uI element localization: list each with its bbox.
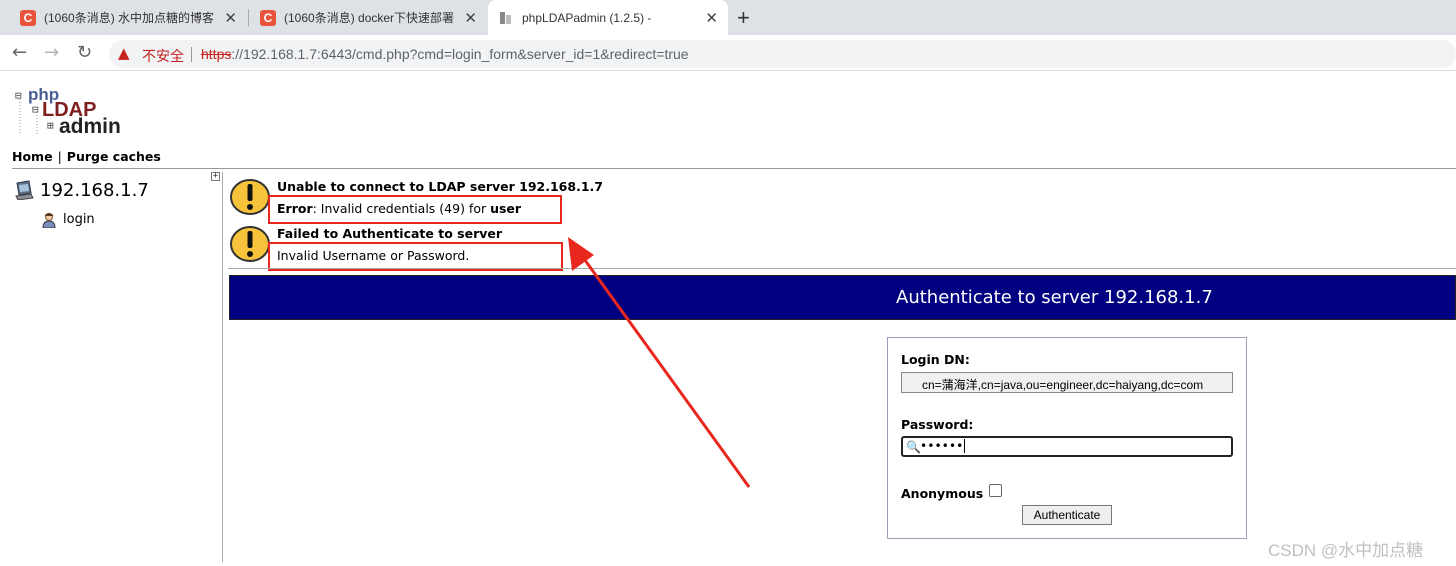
- tab-title: phpLDAPadmin (1.2.5) -: [522, 10, 652, 25]
- menu-separator: |: [57, 149, 62, 164]
- home-link[interactable]: Home: [12, 149, 53, 164]
- login-dn-input[interactable]: cn=蒲海洋,cn=java,ou=engineer,dc=haiyang,dc…: [901, 372, 1233, 393]
- server-name[interactable]: 192.168.1.7: [40, 180, 149, 201]
- warning-triangle-icon: ▲: [118, 44, 130, 62]
- password-value: ••••••: [920, 439, 966, 453]
- annotation-box: [268, 242, 563, 271]
- csdn-favicon-icon: C: [260, 9, 276, 26]
- annotation-box: [268, 195, 562, 224]
- close-tab-icon[interactable]: ✕: [464, 9, 477, 27]
- close-tab-icon[interactable]: ✕: [224, 9, 237, 27]
- auth-header: Authenticate to server 192.168.1.7: [229, 275, 1456, 320]
- purge-caches-link[interactable]: Purge caches: [67, 149, 161, 164]
- divider: [228, 268, 1456, 269]
- expand-icon[interactable]: +: [211, 172, 220, 181]
- reload-icon[interactable]: ↻: [77, 42, 92, 63]
- auth-title: Authenticate to server 192.168.1.7: [896, 287, 1213, 308]
- browser-tab-2[interactable]: C (1060条消息) docker下快速部署 ✕: [250, 0, 487, 35]
- main-content: Unable to connect to LDAP server 192.168…: [228, 172, 1456, 562]
- close-tab-icon[interactable]: ✕: [705, 9, 718, 27]
- anonymous-label: Anonymous: [901, 486, 984, 501]
- browser-tab-bar: C (1060条消息) 水中加点糖的博客 ✕ C (1060条消息) docke…: [0, 0, 1456, 35]
- top-menu: Home | Purge caches: [12, 149, 1456, 169]
- server-tree: + 192.168.1.7 login: [10, 172, 223, 562]
- error-title: Unable to connect to LDAP server 192.168…: [277, 179, 603, 194]
- new-tab-button[interactable]: +: [737, 5, 750, 31]
- tab-separator: [248, 9, 249, 26]
- password-label: Password:: [901, 417, 974, 432]
- forward-icon[interactable]: →: [44, 42, 59, 63]
- csdn-favicon-icon: C: [20, 9, 36, 26]
- server-icon: [15, 180, 34, 200]
- back-icon[interactable]: ←: [12, 42, 27, 63]
- url-rest: ://192.168.1.7:6443/cmd.php?cmd=login_fo…: [231, 46, 689, 62]
- url-text[interactable]: https://192.168.1.7:6443/cmd.php?cmd=log…: [201, 46, 689, 62]
- url-protocol: https: [201, 46, 232, 62]
- login-dn-label: Login DN:: [901, 352, 970, 367]
- address-bar[interactable]: ▲ 不安全 https://192.168.1.7:6443/cmd.php?c…: [109, 40, 1456, 68]
- page-content: ⊟ ⊟ ⊞ php LDAP admin Home | Purge caches +…: [0, 72, 1456, 566]
- authenticate-button[interactable]: Authenticate: [1022, 505, 1112, 525]
- tab-title: (1060条消息) 水中加点糖的博客: [44, 11, 214, 25]
- anonymous-checkbox[interactable]: [989, 484, 1002, 497]
- logo-admin: admin: [59, 115, 121, 138]
- security-label[interactable]: 不安全: [142, 46, 184, 66]
- omnibox-divider: [191, 47, 192, 62]
- warning-icon: [230, 226, 270, 262]
- browser-toolbar: ← → ↻ ▲ 不安全 https://192.168.1.7:6443/cmd…: [0, 35, 1456, 71]
- auth-fail-title: Failed to Authenticate to server: [277, 226, 503, 241]
- tab-title: (1060条消息) docker下快速部署: [284, 11, 454, 25]
- watermark: CSDN @水中加点糖: [1268, 541, 1424, 560]
- password-input[interactable]: 🔍 ••••••: [901, 436, 1233, 457]
- warning-icon: [230, 179, 270, 215]
- login-link[interactable]: login: [63, 212, 95, 227]
- login-form: Login DN: cn=蒲海洋,cn=java,ou=engineer,dc=…: [887, 337, 1247, 539]
- phpldapadmin-favicon-icon: [498, 10, 514, 26]
- search-key-icon: 🔍: [906, 440, 921, 454]
- browser-tab-1[interactable]: C (1060条消息) 水中加点糖的博客 ✕: [10, 0, 247, 35]
- user-icon: [42, 213, 56, 228]
- phpldapadmin-logo[interactable]: ⊟ ⊟ ⊞ php LDAP admin: [15, 85, 125, 138]
- browser-tab-active[interactable]: phpLDAPadmin (1.2.5) - ✕: [488, 0, 728, 35]
